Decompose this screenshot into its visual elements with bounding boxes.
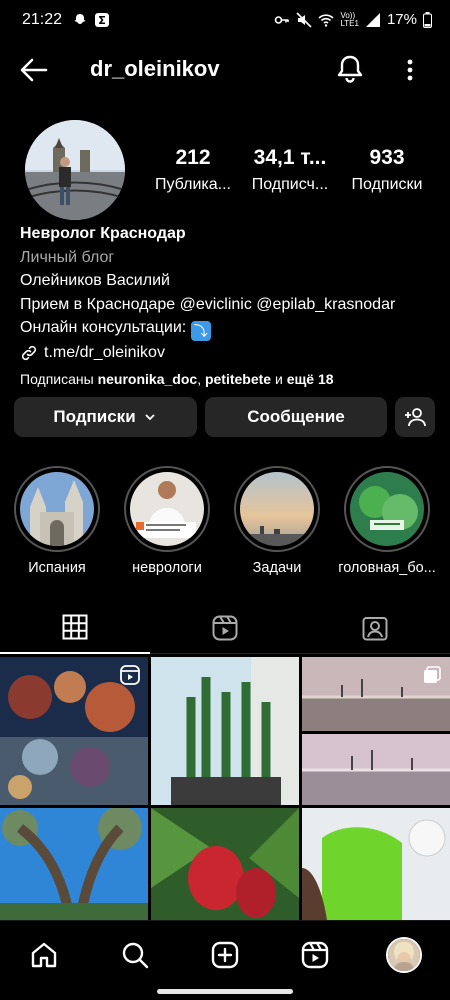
arrow-down-emoji: ⤵ (190, 321, 211, 341)
story-highlights: Испания неврологи Задачи головная_бо... (0, 466, 450, 576)
highlight-spain[interactable]: Испания (7, 466, 107, 576)
highlight-headache[interactable]: головная_бо... (337, 466, 437, 576)
tab-tagged[interactable] (300, 602, 450, 654)
followed-by[interactable]: Подписаны neuronika_doc, petitebete и ещ… (20, 368, 440, 392)
key-icon (275, 15, 290, 24)
profile-display-name: Невролог Краснодар (20, 225, 186, 242)
status-time: 21:22 (22, 11, 63, 28)
more-vertical-icon[interactable] (398, 54, 422, 86)
profile-category: Личный блог (20, 248, 115, 266)
followers-stat[interactable]: 34,1 т... Подписч... (242, 146, 338, 194)
wifi-icon (318, 13, 334, 27)
profile-tabs (0, 602, 450, 654)
message-button[interactable]: Сообщение (205, 397, 387, 437)
posts-grid (0, 657, 450, 920)
sigma-icon (95, 13, 109, 27)
highlight-label: неврологи (132, 560, 202, 576)
profile-avatar-icon (386, 937, 422, 973)
highlight-cover (240, 472, 314, 546)
subscriptions-button-label: Подписки (53, 407, 136, 426)
bio-line-3-text: Онлайн консультации: (20, 319, 187, 336)
link-icon (21, 345, 37, 360)
status-bar: 21:22 Vo)) LTE1 17% (0, 0, 450, 40)
tab-grid[interactable] (0, 602, 150, 654)
create-icon (211, 941, 239, 969)
add-user-button[interactable] (395, 397, 435, 437)
chevron-down-icon (145, 414, 155, 421)
bio-line-2: Прием в Краснодаре @eviclinic @epilab_kr… (20, 295, 396, 313)
back-arrow-icon[interactable] (18, 54, 50, 86)
post-thumbnail[interactable] (0, 657, 148, 805)
followed-and: и (274, 370, 283, 387)
reel-badge-icon (120, 665, 140, 685)
carousel-badge-icon (424, 666, 441, 683)
lte-label: LTE1 (340, 18, 359, 28)
home-indicator[interactable] (157, 989, 293, 994)
bell-icon[interactable] (334, 53, 366, 85)
nav-search[interactable] (115, 935, 155, 975)
battery-icon (423, 11, 432, 28)
followed-user-2: petitebete (204, 370, 272, 387)
highlight-tasks[interactable]: Задачи (227, 466, 327, 576)
highlight-label: Задачи (252, 560, 302, 576)
signal-icon (365, 12, 380, 27)
profile-avatar[interactable] (25, 120, 125, 220)
highlight-neurologists[interactable]: неврологи (117, 466, 217, 576)
highlight-cover (350, 472, 424, 546)
tab-reels[interactable] (150, 602, 300, 654)
bio-link-text: t.me/dr_oleinikov (44, 344, 165, 361)
nav-reels[interactable] (295, 935, 335, 975)
profile-stats: 212 Публика... 34,1 т... Подписч... 933 … (145, 146, 435, 196)
bio-line-1: Олейников Василий (20, 272, 170, 289)
bio-link[interactable]: t.me/dr_oleinikov (20, 341, 440, 365)
highlight-cover (20, 472, 94, 546)
highlight-cover (130, 472, 204, 546)
home-icon (31, 942, 57, 968)
reels-icon (212, 615, 238, 641)
post-thumbnail[interactable] (151, 808, 299, 920)
subscriptions-button[interactable]: Подписки (14, 397, 197, 437)
posts-stat[interactable]: 212 Публика... (145, 146, 241, 194)
post-thumbnail[interactable] (302, 734, 450, 805)
following-label: Подписки (351, 176, 423, 193)
profile-bio: Невролог Краснодар Личный блог Олейников… (20, 222, 440, 391)
posts-count: 212 (175, 146, 211, 169)
followers-count: 34,1 т... (253, 146, 327, 169)
nav-create[interactable] (205, 935, 245, 975)
followed-separator: , (197, 370, 202, 387)
bio-line-3: Онлайн консультации: ⤵ (20, 316, 440, 341)
nav-home[interactable] (24, 935, 64, 975)
tagged-icon (362, 617, 388, 641)
add-user-icon (405, 408, 426, 427)
mute-icon (296, 11, 313, 28)
highlight-label: Испания (28, 560, 86, 576)
post-thumbnail[interactable] (302, 808, 450, 920)
profile-username: dr_oleinikov (90, 56, 220, 81)
bottom-navigation (0, 920, 450, 1000)
post-thumbnail[interactable] (151, 657, 299, 805)
battery-percent: 17% (386, 11, 417, 28)
following-count: 933 (369, 146, 405, 169)
posts-label: Публика... (155, 176, 231, 193)
followed-user-1: neuronika_doc (97, 370, 198, 387)
following-stat[interactable]: 933 Подписки (339, 146, 435, 194)
post-thumbnail[interactable] (0, 808, 148, 920)
nav-profile[interactable] (384, 935, 424, 975)
profile-header: dr_oleinikov (0, 48, 450, 90)
post-thumbnail[interactable] (302, 657, 450, 731)
snapchat-icon (74, 14, 86, 24)
highlight-label: головная_бо... (338, 560, 436, 576)
followed-prefix: Подписаны (20, 370, 94, 387)
grid-icon (62, 614, 88, 640)
reels-icon (301, 941, 329, 969)
search-icon (122, 942, 149, 969)
message-button-label: Сообщение (247, 407, 345, 426)
followed-more: ещё 18 (286, 370, 334, 387)
followers-label: Подписч... (251, 176, 329, 193)
